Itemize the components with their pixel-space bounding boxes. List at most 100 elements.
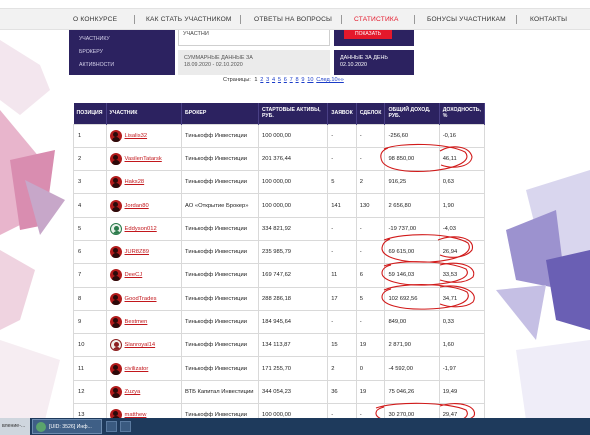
cell-position: 12	[73, 379, 107, 405]
nav-link-how-to-join[interactable]: КАК СТАТЬ УЧАСТНИКОМ	[146, 16, 232, 23]
cell-start-assets: 134 113,87	[258, 333, 329, 358]
cell-broker: Тинькофф Инвестиции	[181, 170, 260, 195]
column-header-total-income[interactable]: ОБЩИЙ ДОХОД, РУБ.	[384, 103, 440, 124]
avatar[interactable]	[109, 199, 122, 212]
nav-link-about[interactable]: О КОНКУРСЕ	[73, 16, 117, 23]
page-link-9[interactable]: 9	[301, 77, 304, 83]
cell-position: 6	[73, 239, 107, 265]
cell-broker: Тинькофф Инвестиции	[181, 356, 260, 381]
cell-start-assets: 344 054,23	[258, 379, 329, 405]
participant-link[interactable]: Haks28	[125, 179, 145, 185]
ranking-table: ПОЗИЦИЯ УЧАСТНИК БРОКЕР СТАРТОВЫЕ АКТИВЫ…	[73, 103, 486, 428]
avatar[interactable]	[109, 176, 122, 189]
cell-start-assets: 288 286,18	[258, 286, 329, 311]
sidebar-item-activity[interactable]: АКТИВНОСТИ	[79, 62, 114, 68]
column-header-broker[interactable]: БРОКЕР	[181, 103, 260, 124]
nav-link-faq[interactable]: ОТВЕТЫ НА ВОПРОСЫ	[254, 16, 332, 23]
page-link-2[interactable]: 2	[260, 77, 263, 83]
cell-participant: DeeCJ	[105, 263, 183, 288]
avatar[interactable]	[109, 292, 122, 305]
table-row: 10 Slanroyal14 Тинькофф Инвестиции 134 113,…	[73, 333, 486, 358]
participant-link[interactable]: Zuzya	[125, 389, 141, 395]
taskbar-quick-icon[interactable]	[120, 421, 131, 432]
cell-broker: Тинькофф Инвестиции	[181, 333, 260, 358]
participant-link[interactable]: Slanroyal14	[125, 342, 156, 348]
column-header-yield[interactable]: ДОХОДНОСТЬ, %	[439, 103, 486, 124]
cell-yield: 0,63	[438, 170, 486, 195]
cell-total-income: 916,25	[384, 170, 440, 195]
taskbar-window-app[interactable]: [UID: 3526] Инф...	[32, 419, 102, 434]
participant-link[interactable]: Lisalis32	[125, 133, 148, 139]
taskbar-window-left[interactable]: вление-...	[0, 418, 30, 435]
avatar[interactable]	[109, 316, 122, 329]
cell-participant: Eddyson012	[105, 216, 183, 241]
background-decoration-right	[486, 170, 590, 420]
show-button[interactable]: ПОКАЗАТЬ	[344, 30, 392, 39]
participant-link[interactable]: Bestmen	[125, 319, 148, 325]
avatar[interactable]	[109, 129, 122, 142]
page-link-7[interactable]: 7	[290, 77, 293, 83]
participant-filter-label: УЧАСТНИ	[183, 31, 209, 37]
taskbar-quick-icon[interactable]	[106, 421, 117, 432]
nav-link-contacts[interactable]: КОНТАКТЫ	[530, 16, 567, 23]
cell-yield: 1,60	[438, 333, 486, 358]
table-row: 6 JUR8Z89 Тинькофф Инвестиции 235 985,79- -6…	[73, 239, 486, 265]
page-link-3[interactable]: 3	[266, 77, 269, 83]
cell-participant: Zuzya	[105, 379, 183, 405]
avatar[interactable]	[109, 246, 122, 259]
participant-link[interactable]: Eddyson012	[125, 226, 157, 232]
participant-link[interactable]: GoodTrades	[125, 296, 157, 302]
column-header-position[interactable]: ПОЗИЦИЯ	[73, 103, 107, 124]
cell-broker: АО «Открытие Брокер»	[181, 193, 260, 218]
column-header-orders[interactable]: ЗАЯВОК	[327, 103, 357, 124]
page-link-10[interactable]: 10	[307, 77, 313, 83]
cell-deals: 0	[355, 356, 386, 381]
table-row: 3 Haks28 Тинькофф Инвестиции 100 000,00 5 2 91…	[73, 170, 486, 195]
cell-broker: Тинькофф Инвестиции	[181, 123, 260, 148]
nav-link-statistics[interactable]: СТАТИСТИКА	[354, 16, 399, 23]
participant-link[interactable]: JUR8Z89	[125, 249, 149, 255]
participant-link[interactable]: DeeCJ	[125, 272, 143, 278]
participant-link[interactable]: civilizator	[125, 366, 149, 372]
page-link-4[interactable]: 4	[272, 77, 275, 83]
cell-participant: GoodTrades	[105, 286, 183, 311]
cell-total-income: 98 850,00	[384, 146, 440, 172]
participant-filter-field[interactable]: УЧАСТНИ	[178, 30, 330, 46]
cell-position: 1	[73, 123, 107, 148]
participant-link[interactable]: Jordan80	[125, 203, 149, 209]
participant-link[interactable]: VasilenTatarsk	[125, 156, 162, 162]
column-header-participant[interactable]: УЧАСТНИК	[106, 103, 183, 124]
avatar[interactable]	[109, 152, 122, 165]
column-header-start-assets[interactable]: СТАРТОВЫЕ АКТИВЫ, РУБ.	[258, 103, 329, 124]
cell-orders: -	[327, 239, 357, 265]
avatar[interactable]	[109, 269, 122, 282]
sidebar-item-participant[interactable]: УЧАСТНИКУ	[79, 36, 110, 42]
nav-link-bonuses[interactable]: БОНУСЫ УЧАСТНИКАМ	[427, 16, 506, 23]
cell-start-assets: 235 985,79	[258, 239, 329, 265]
cell-participant: JUR8Z89	[105, 239, 183, 265]
avatar[interactable]	[109, 362, 122, 375]
summary-period-toggle[interactable]: СУММАРНЫЕ ДАННЫЕ ЗА 18.09.2020 - 02.10.2…	[178, 50, 330, 75]
column-header-deals[interactable]: СДЕЛОК	[356, 103, 386, 124]
table-row: 1 Lisalis32 Тинькофф Инвестиции 100 000,00-…	[73, 123, 486, 148]
cell-participant: Haks28	[105, 170, 183, 195]
cell-orders: -	[327, 123, 357, 148]
page-link-8[interactable]: 8	[296, 77, 299, 83]
avatar[interactable]	[109, 222, 122, 235]
page-link-next[interactable]: След.10»»	[316, 77, 344, 83]
summary-period-dates: 18.09.2020 - 02.10.2020	[184, 62, 243, 68]
cell-yield: 46,11	[438, 146, 486, 172]
cell-participant: Bestmen	[105, 309, 183, 335]
page-link-6[interactable]: 6	[284, 77, 287, 83]
daily-data-toggle[interactable]: ДАННЫЕ ЗА ДЕНЬ 02.10.2020	[334, 50, 414, 75]
table-header-row: ПОЗИЦИЯ УЧАСТНИК БРОКЕР СТАРТОВЫЕ АКТИВЫ…	[73, 103, 486, 124]
avatar[interactable]	[109, 339, 122, 352]
avatar[interactable]	[109, 385, 122, 398]
page-link-5[interactable]: 5	[278, 77, 281, 83]
cell-orders: -	[327, 146, 357, 172]
sidebar-item-broker[interactable]: БРОКЕРУ	[79, 49, 103, 55]
cell-deals: 6	[355, 263, 386, 288]
stats-sidebar: УЧАСТНИКУ БРОКЕРУ АКТИВНОСТИ	[69, 30, 175, 75]
top-navigation: О КОНКУРСЕ КАК СТАТЬ УЧАСТНИКОМ ОТВЕТЫ Н…	[0, 8, 590, 30]
taskbar-window-app-label: [UID: 3526] Инф...	[49, 424, 92, 430]
